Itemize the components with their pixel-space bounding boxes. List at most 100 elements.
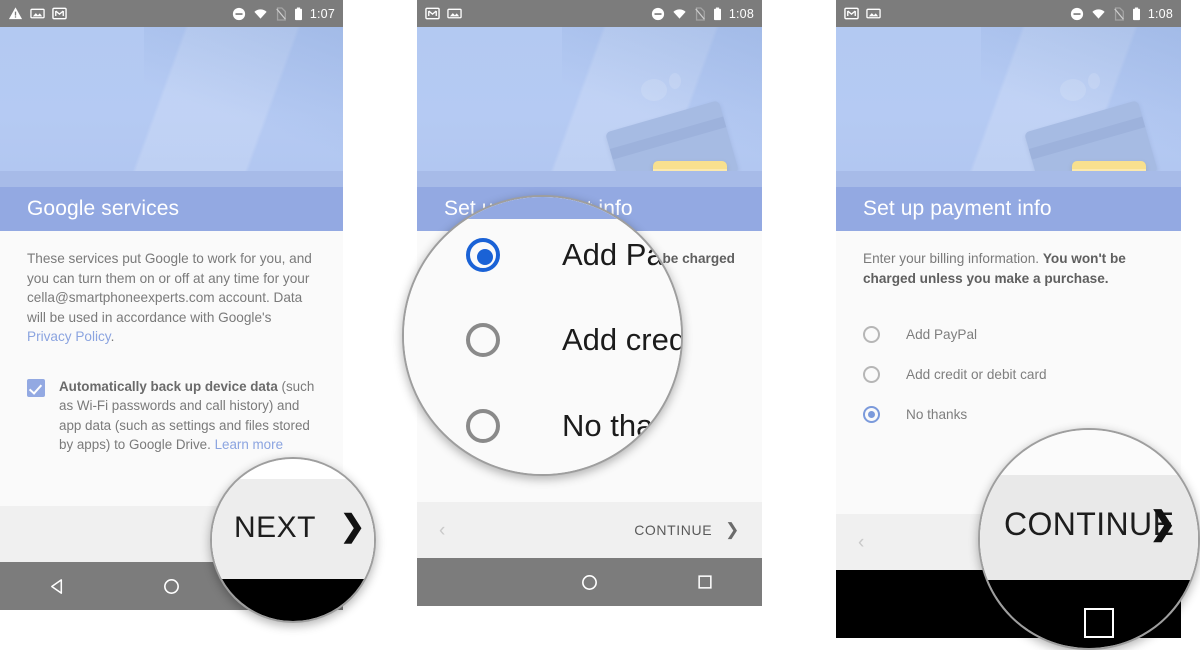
hero-blob [669,73,681,89]
radio-add-paypal[interactable] [863,325,880,343]
magnified-next-content: NEXT ❯ [212,459,374,621]
gmail-icon [52,7,67,20]
hero-floor [836,171,1181,187]
no-sim-icon [276,6,286,21]
services-description: These services put Google to work for yo… [27,249,316,347]
status-bar-left-icons [844,6,881,21]
nav-back-icon[interactable] [48,577,67,596]
magnified-radio-label-no-thanks: No tha [562,408,654,443]
magnified-option-row: Add Pa [466,237,664,273]
magnified-nav-recents-icon[interactable] [1084,608,1114,638]
screenshot-icon [866,8,881,19]
billing-description: Enter your billing information. You won'… [863,249,1154,288]
screenshot-icon [447,8,462,19]
chevron-right-icon: ❯ [725,520,740,539]
radio-add-card[interactable] [863,365,880,383]
backup-checkbox[interactable] [27,378,45,397]
radio-label-no-thanks: No thanks [906,406,968,422]
battery-icon [1132,7,1140,20]
hero-shade [144,27,343,187]
do-not-disturb-icon [651,7,664,20]
magnified-options-content: Add Pa Add cred No tha [404,197,683,474]
status-bar: 1:08 [836,0,1181,27]
hero-illustration [417,27,762,187]
magnified-radio-add-paypal[interactable] [466,238,500,272]
hero-floor [0,171,343,187]
page-title-bar: Set up payment info [836,187,1181,231]
action-bar: ‹ CONTINUE ❯ [417,502,762,558]
magnified-option-row: No tha [466,408,653,444]
status-bar-right-icons: 1:07 [232,7,335,21]
hero-blob [1060,79,1086,101]
status-bar: 1:08 [417,0,762,27]
warning-icon [8,7,23,20]
status-bar-clock: 1:07 [309,6,335,21]
back-chevron-icon[interactable]: ‹ [858,533,864,552]
page-title: Set up payment info [863,197,1052,220]
page-title-bar: Google services [0,187,343,231]
hero-illustration [0,27,343,187]
magnified-chevron-right-icon: ❯ [340,510,366,543]
services-description-text: These services put Google to work for yo… [27,251,312,325]
hero-illustration [836,27,1181,187]
hero-floor [417,171,762,187]
magnified-radio-add-card[interactable] [466,323,500,357]
hero-blob [1088,73,1100,89]
status-bar-clock: 1:08 [728,6,754,21]
payment-options-list: Add PayPal Add credit or debit card No t… [863,314,1154,434]
radio-label-add-card: Add credit or debit card [906,366,1047,382]
magnified-radio-label-add-card: Add cred [562,322,683,357]
do-not-disturb-icon [232,7,245,20]
magnifier-next-button: NEXT ❯ [210,457,376,623]
status-bar-clock: 1:08 [1147,6,1173,21]
payment-option-row[interactable]: Add PayPal [863,314,1154,354]
wifi-icon [254,8,267,19]
backup-checkbox-heading: Automatically back up device data [59,378,278,394]
status-bar-right-icons: 1:08 [651,7,754,21]
status-bar-right-icons: 1:08 [1070,7,1173,21]
magnified-radio-no-thanks[interactable] [466,409,500,443]
battery-icon [294,7,302,20]
page-title: Google services [27,197,180,220]
payment-option-row[interactable]: No thanks [863,394,1154,434]
hero-blob [641,79,667,101]
continue-button-label: CONTINUE [634,522,713,538]
system-navigation-bar [417,558,762,606]
status-bar: 1:07 [0,0,343,27]
magnified-title-band [404,197,681,219]
magnified-next-label: NEXT [234,511,317,544]
battery-icon [713,7,721,20]
backup-checkbox-text: Automatically back up device data (such … [59,377,316,455]
services-description-period: . [110,329,115,345]
magnified-radio-label-add-paypal: Add Pa [562,237,664,272]
no-sim-icon [695,6,705,21]
magnified-continue-content: CONTINUE ❯ [980,430,1198,648]
backup-checkbox-row[interactable]: Automatically back up device data (such … [27,377,316,455]
screenshot-icon [30,8,45,19]
screenshot-stage: 1:07 Google services These services put … [0,0,1200,650]
magnified-chevron-right-icon: ❯ [1149,505,1176,541]
no-sim-icon [1114,6,1124,21]
nav-recents-icon[interactable] [696,573,714,591]
magnifier-payment-options: Add Pa Add cred No tha [402,195,683,476]
back-chevron-icon[interactable]: ‹ [439,521,445,540]
magnified-nav-bar-bg [212,579,374,621]
wifi-icon [1092,8,1105,19]
do-not-disturb-icon [1070,7,1083,20]
status-bar-left-icons [425,6,462,21]
magnifier-continue-button: CONTINUE ❯ [978,428,1200,650]
gmail-icon [425,7,440,20]
billing-description-plain: Enter your billing information. [863,251,1043,266]
gmail-icon [844,7,859,20]
privacy-policy-link[interactable]: Privacy Policy [27,329,111,344]
radio-no-thanks[interactable] [863,405,880,423]
wifi-icon [673,8,686,19]
continue-button[interactable]: CONTINUE ❯ [634,520,740,540]
learn-more-link[interactable]: Learn more [215,437,283,452]
nav-home-icon[interactable] [162,577,181,596]
nav-home-icon[interactable] [580,573,599,592]
status-bar-left-icons [8,6,67,21]
payment-option-row[interactable]: Add credit or debit card [863,354,1154,394]
magnified-option-row: Add cred [466,322,683,358]
radio-label-add-paypal: Add PayPal [906,326,978,342]
